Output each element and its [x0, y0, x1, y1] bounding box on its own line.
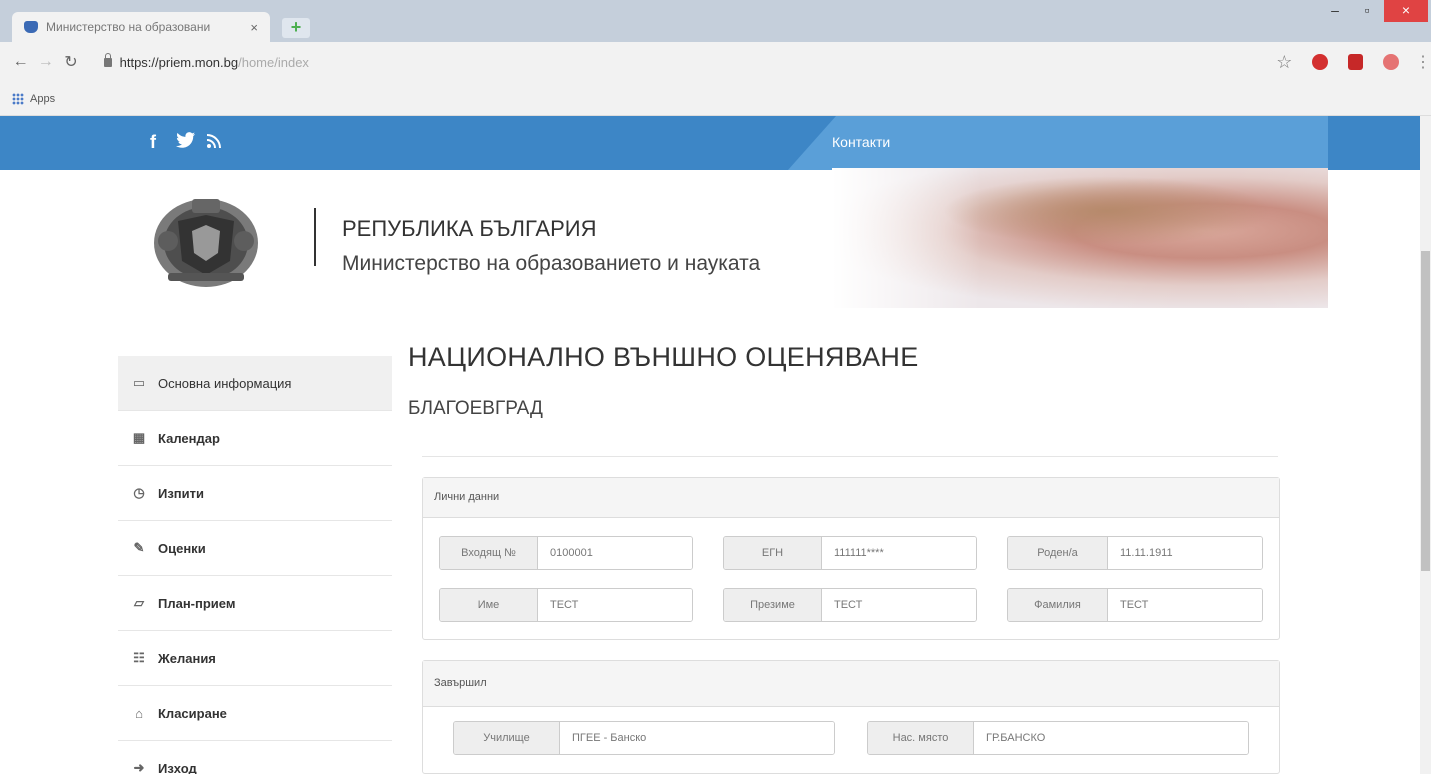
panel-heading: Лични данни: [423, 478, 1279, 518]
family-name-field: Фамилия: [1007, 588, 1263, 622]
bookmarks-bar: Apps: [0, 82, 1431, 116]
family-name-input[interactable]: [1108, 589, 1262, 621]
sidebar-nav: ▭ Основна информация ▦ Календар ◷ Изпити…: [118, 356, 392, 774]
web-page: f Контакти РЕПУБЛИКА БЪЛГАРИЯ Министерст…: [0, 116, 1431, 774]
graduated-panel: Завършил Училище Нас. място: [422, 660, 1280, 774]
place-field: Нас. място: [867, 721, 1249, 755]
school-field: Училище: [453, 721, 835, 755]
sidebar-item-exit[interactable]: ➜ Изход: [118, 741, 392, 774]
sidebar-item-exams[interactable]: ◷ Изпити: [118, 466, 392, 521]
field-label: ЕГН: [724, 537, 822, 569]
browser-tabstrip: Министерство на образовани × + – ▫ ×: [0, 0, 1431, 42]
sidebar-item-grades[interactable]: ✎ Оценки: [118, 521, 392, 576]
url-path: /home/index: [238, 54, 309, 70]
middle-name-field: Презиме: [723, 588, 977, 622]
name-input[interactable]: [538, 589, 692, 621]
name-field: Име: [439, 588, 693, 622]
sidebar-item-calendar[interactable]: ▦ Календар: [118, 411, 392, 466]
facebook-icon[interactable]: f: [150, 132, 156, 153]
forward-arrow-icon[interactable]: →: [33, 53, 58, 71]
field-label: Нас. място: [868, 722, 974, 754]
field-label: Презиме: [724, 589, 822, 621]
incoming-number-field: Входящ №: [439, 536, 693, 570]
extension-icon[interactable]: [1347, 54, 1364, 70]
sidebar-item-label: Класиране: [158, 705, 227, 721]
apps-grid-icon[interactable]: [12, 92, 24, 105]
profile-avatar-icon[interactable]: [1383, 54, 1399, 70]
edit-icon: ✎: [133, 540, 145, 555]
stopwatch-icon: ◷: [133, 485, 145, 500]
field-label: Роден/а: [1008, 537, 1108, 569]
born-input[interactable]: [1108, 537, 1262, 569]
banner-photo-detail: [942, 176, 1272, 246]
sidebar-item-ranking[interactable]: ⌂ Класиране: [118, 686, 392, 741]
rss-icon[interactable]: [206, 132, 221, 153]
ministry-title: Министерство на образованието и науката: [342, 252, 761, 275]
tab-close-icon[interactable]: ×: [250, 20, 258, 35]
sidebar-item-label: План-прием: [158, 595, 236, 611]
calendar-icon: ▦: [132, 430, 146, 445]
panel-heading: Завършил: [423, 661, 1279, 707]
browser-tab[interactable]: Министерство на образовани ×: [12, 12, 270, 42]
back-arrow-icon[interactable]: ←: [8, 53, 33, 71]
page-scrollbar[interactable]: [1420, 116, 1431, 774]
sidebar-item-label: Оценки: [158, 540, 206, 556]
reload-icon[interactable]: ↻: [58, 52, 83, 72]
extension-icon[interactable]: [1312, 54, 1328, 70]
school-input[interactable]: [560, 722, 834, 754]
tab-title: Министерство на образовани: [46, 20, 211, 34]
republic-title: РЕПУБЛИКА БЪЛГАРИЯ: [342, 216, 597, 241]
field-label: Фамилия: [1008, 589, 1108, 621]
sidebar-item-basic-info[interactable]: ▭ Основна информация: [118, 356, 392, 411]
egn-field: ЕГН: [723, 536, 977, 570]
url-host: https://priem.mon.bg: [119, 54, 239, 70]
sidebar-item-label: Основна информация: [158, 375, 292, 391]
bookmark-star-icon[interactable]: ☆: [1276, 52, 1292, 73]
folder-icon: ▱: [134, 595, 144, 610]
lock-icon: [103, 52, 112, 67]
monitor-icon: ▭: [132, 375, 146, 390]
header-divider: [314, 208, 316, 266]
contacts-link[interactable]: Контакти: [832, 134, 890, 150]
content-divider: [422, 456, 1278, 457]
browser-toolbar: ← → ↻ https://priem.mon.bg /home/index ☆…: [0, 42, 1431, 82]
address-bar[interactable]: https://priem.mon.bg /home/index: [92, 47, 1251, 77]
field-label: Входящ №: [440, 537, 538, 569]
egn-input[interactable]: [822, 537, 976, 569]
window-close-button[interactable]: ×: [1384, 0, 1428, 22]
coat-of-arms-logo: [154, 199, 258, 287]
sidebar-item-label: Желания: [158, 650, 216, 666]
sidebar-item-label: Изход: [158, 760, 197, 774]
page-title: НАЦИОНАЛНО ВЪНШНО ОЦЕНЯВАНЕ: [408, 342, 919, 372]
personal-data-panel: Лични данни Входящ № ЕГН Роден/а Име Пре…: [422, 477, 1280, 640]
page-subtitle: БЛАГОЕВГРАД: [408, 398, 543, 419]
twitter-icon[interactable]: [176, 132, 196, 153]
window-minimize-button[interactable]: –: [1320, 0, 1350, 22]
incoming-number-input[interactable]: [538, 537, 692, 569]
signout-icon: ➜: [133, 760, 145, 774]
new-tab-button[interactable]: +: [282, 18, 310, 38]
scrollbar-thumb[interactable]: [1421, 251, 1430, 571]
list-icon: ☷: [133, 650, 145, 665]
site-favicon-icon: [24, 21, 38, 33]
born-field: Роден/а: [1007, 536, 1263, 570]
field-label: Име: [440, 589, 538, 621]
sidebar-item-label: Изпити: [158, 485, 205, 501]
browser-menu-icon[interactable]: ⋮: [1415, 52, 1431, 72]
field-label: Училище: [454, 722, 560, 754]
apps-bookmark[interactable]: Apps: [30, 93, 55, 105]
place-input[interactable]: [974, 722, 1248, 754]
sidebar-item-label: Календар: [158, 430, 220, 446]
institution-icon: ⌂: [135, 705, 143, 721]
sidebar-item-plan[interactable]: ▱ План-прием: [118, 576, 392, 631]
window-maximize-button[interactable]: ▫: [1352, 0, 1382, 22]
middle-name-input[interactable]: [822, 589, 976, 621]
sidebar-item-wishes[interactable]: ☷ Желания: [118, 631, 392, 686]
